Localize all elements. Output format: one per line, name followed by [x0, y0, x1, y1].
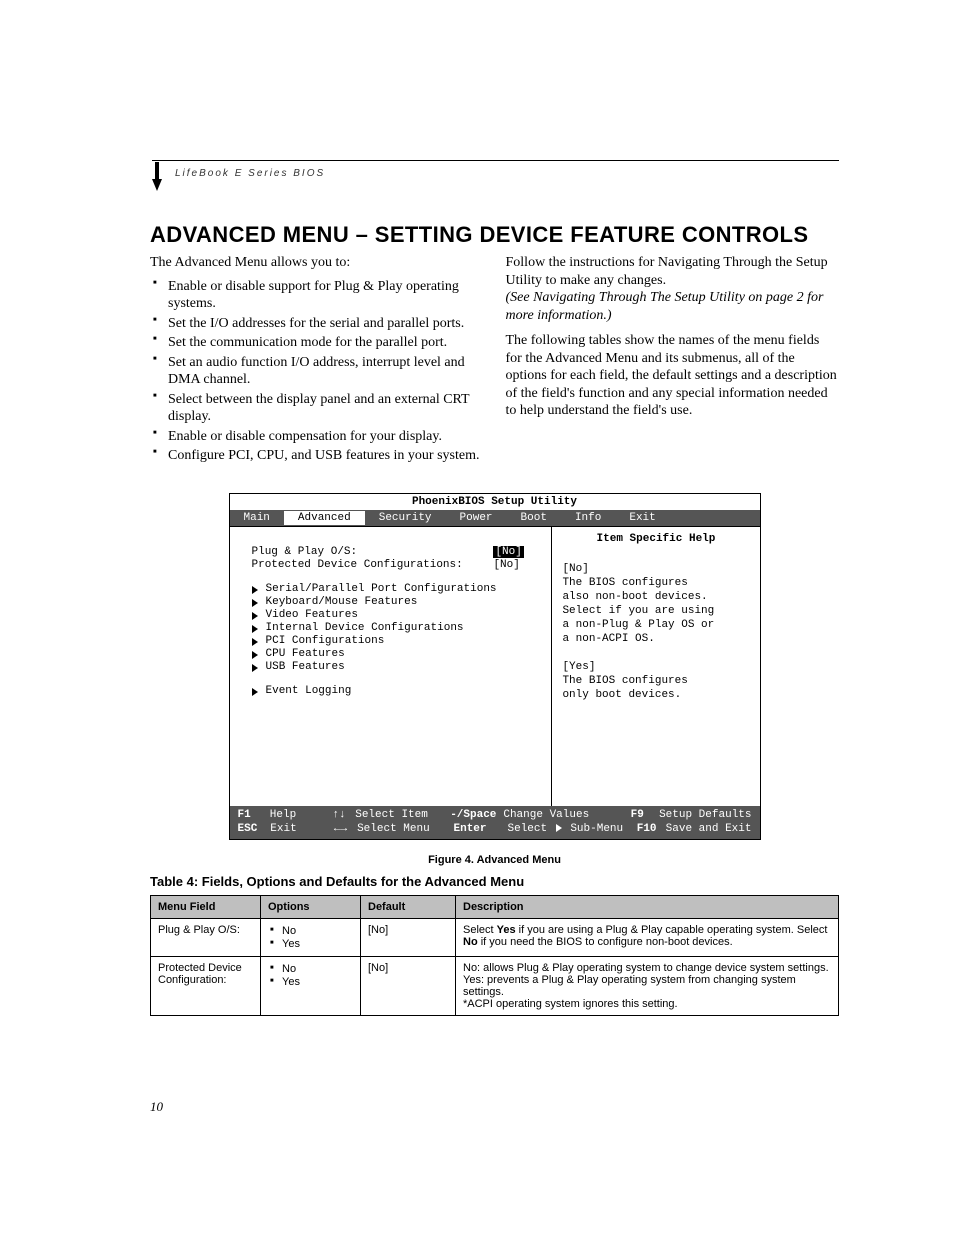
right-para-1-italic: (See Navigating Through The Setup Utilit…	[506, 290, 824, 323]
cell-description: No: allows Plug & Play operating system …	[456, 957, 839, 1016]
header-rule	[152, 160, 839, 161]
bios-left-pane: Plug & Play O/S:[No]Protected Device Con…	[230, 526, 553, 806]
bios-key-leftright: ←→	[334, 823, 347, 835]
bios-key-f10-label: Save and Exit	[666, 822, 752, 837]
bios-field-label: Protected Device Configurations:	[252, 559, 494, 571]
bios-key-esc-label: Exit	[270, 822, 334, 837]
table-caption: Table 4: Fields, Options and Defaults fo…	[150, 874, 839, 889]
feature-item: Set an audio function I/O address, inter…	[168, 354, 484, 389]
bios-help-line: a non-Plug & Play OS or	[562, 619, 749, 631]
right-column: Follow the instructions for Navigating T…	[506, 254, 840, 467]
bios-help-title: Item Specific Help	[562, 533, 749, 545]
left-column: The Advanced Menu allows you to: Enable …	[150, 254, 484, 467]
feature-item: Set the I/O addresses for the serial and…	[168, 315, 484, 333]
bios-key-space: -/Space	[450, 809, 496, 821]
bios-key-updown: ↑↓	[332, 809, 345, 821]
feature-list: Enable or disable support for Plug & Pla…	[150, 278, 484, 465]
bios-field-label: Plug & Play O/S:	[252, 546, 494, 558]
bios-menu-item-info: Info	[561, 511, 615, 525]
table-header-cell: Default	[361, 896, 456, 919]
right-para-1-text: Follow the instructions for Navigating T…	[506, 255, 828, 288]
bios-screenshot: PhoenixBIOS Setup Utility MainAdvancedSe…	[229, 493, 761, 841]
bios-key-updown-label: Select Item	[355, 808, 450, 823]
bios-help-line: only boot devices.	[562, 689, 749, 701]
table-row: Plug & Play O/S:NoYes[No]Select Yes if y…	[151, 919, 839, 957]
bios-key-space-label: Change Values	[503, 808, 630, 823]
feature-item: Configure PCI, CPU, and USB features in …	[168, 447, 484, 465]
page-title: ADVANCED MENU – SETTING DEVICE FEATURE C…	[150, 222, 839, 248]
bios-key-f1-label: Help	[270, 808, 333, 823]
bios-field-value: [No]	[493, 546, 541, 558]
bios-key-f1: F1	[238, 809, 251, 821]
bios-menu-item-boot: Boot	[507, 511, 561, 525]
cell-menu-field: Protected Device Configuration:	[151, 957, 261, 1016]
bios-submenu-item: USB Features	[252, 661, 542, 673]
option-item: No	[282, 963, 353, 975]
bios-help-line: The BIOS configures	[562, 675, 749, 687]
bios-submenu-item: PCI Configurations	[252, 635, 542, 647]
bios-submenu-item: CPU Features	[252, 648, 542, 660]
option-item: No	[282, 925, 353, 937]
table-header-cell: Options	[261, 896, 361, 919]
table-header-cell: Description	[456, 896, 839, 919]
bios-key-enter: Enter	[454, 823, 487, 835]
running-header: LifeBook E Series BIOS	[175, 168, 325, 179]
bios-menu-item-exit: Exit	[615, 511, 669, 525]
bios-help-line: also non-boot devices.	[562, 591, 749, 603]
bios-help-line: a non-ACPI OS.	[562, 633, 749, 645]
cell-options: NoYes	[261, 957, 361, 1016]
bios-help-line: [Yes]	[562, 661, 749, 673]
fields-table: Menu FieldOptionsDefaultDescription Plug…	[150, 895, 839, 1016]
bios-menu-item-main: Main	[230, 511, 284, 525]
bios-submenu-item: Event Logging	[252, 685, 542, 697]
cell-default: [No]	[361, 957, 456, 1016]
bios-title: PhoenixBIOS Setup Utility	[230, 494, 760, 510]
bios-menu-bar: MainAdvancedSecurityPowerBootInfoExit	[230, 510, 760, 526]
bios-menu-item-power: Power	[446, 511, 507, 525]
table-row: Protected Device Configuration:NoYes[No]…	[151, 957, 839, 1016]
bios-help-line: The BIOS configures	[562, 577, 749, 589]
bios-help-line: [No]	[562, 563, 749, 575]
bios-key-f10: F10	[637, 823, 657, 835]
cell-menu-field: Plug & Play O/S:	[151, 919, 261, 957]
bios-key-enter-label: Select Sub-Menu	[508, 822, 637, 837]
bios-key-esc: ESC	[238, 823, 258, 835]
feature-item: Set the communication mode for the paral…	[168, 334, 484, 352]
bios-help-line	[562, 647, 749, 659]
cell-options: NoYes	[261, 919, 361, 957]
bios-menu-item-advanced: Advanced	[284, 511, 365, 525]
bios-help-line: Select if you are using	[562, 605, 749, 617]
bios-help-pane: Item Specific Help [No] The BIOS configur…	[552, 526, 759, 806]
bios-submenu-item: Video Features	[252, 609, 542, 621]
page-number: 10	[150, 1099, 163, 1115]
right-para-2: The following tables show the names of t…	[506, 332, 840, 420]
header-marker-triangle	[152, 179, 162, 191]
figure-caption: Figure 4. Advanced Menu	[150, 854, 839, 866]
feature-item: Enable or disable compensation for your …	[168, 428, 484, 446]
table-header-cell: Menu Field	[151, 896, 261, 919]
bios-field-row: Protected Device Configurations:[No]	[252, 559, 542, 571]
intro-text: The Advanced Menu allows you to:	[150, 254, 484, 272]
feature-item: Enable or disable support for Plug & Pla…	[168, 278, 484, 313]
right-para-1: Follow the instructions for Navigating T…	[506, 254, 840, 324]
header-marker-bar	[155, 162, 159, 180]
cell-description: Select Yes if you are using a Plug & Pla…	[456, 919, 839, 957]
bios-submenu-item: Keyboard/Mouse Features	[252, 596, 542, 608]
bios-menu-item-security: Security	[365, 511, 446, 525]
bios-key-f9-label: Setup Defaults	[659, 808, 751, 823]
feature-item: Select between the display panel and an …	[168, 391, 484, 426]
bios-key-leftright-label: Select Menu	[357, 822, 453, 837]
option-item: Yes	[282, 976, 353, 988]
cell-default: [No]	[361, 919, 456, 957]
bios-submenu-item: Serial/Parallel Port Configurations	[252, 583, 542, 595]
bios-field-row: Plug & Play O/S:[No]	[252, 546, 542, 558]
bios-key-f9: F9	[631, 809, 644, 821]
option-item: Yes	[282, 938, 353, 950]
bios-field-value: [No]	[493, 559, 541, 571]
triangle-right-icon	[556, 824, 562, 832]
bios-footer: F1 Help ↑↓ Select Item -/Space Change Va…	[230, 806, 760, 840]
bios-submenu-item: Internal Device Configurations	[252, 622, 542, 634]
